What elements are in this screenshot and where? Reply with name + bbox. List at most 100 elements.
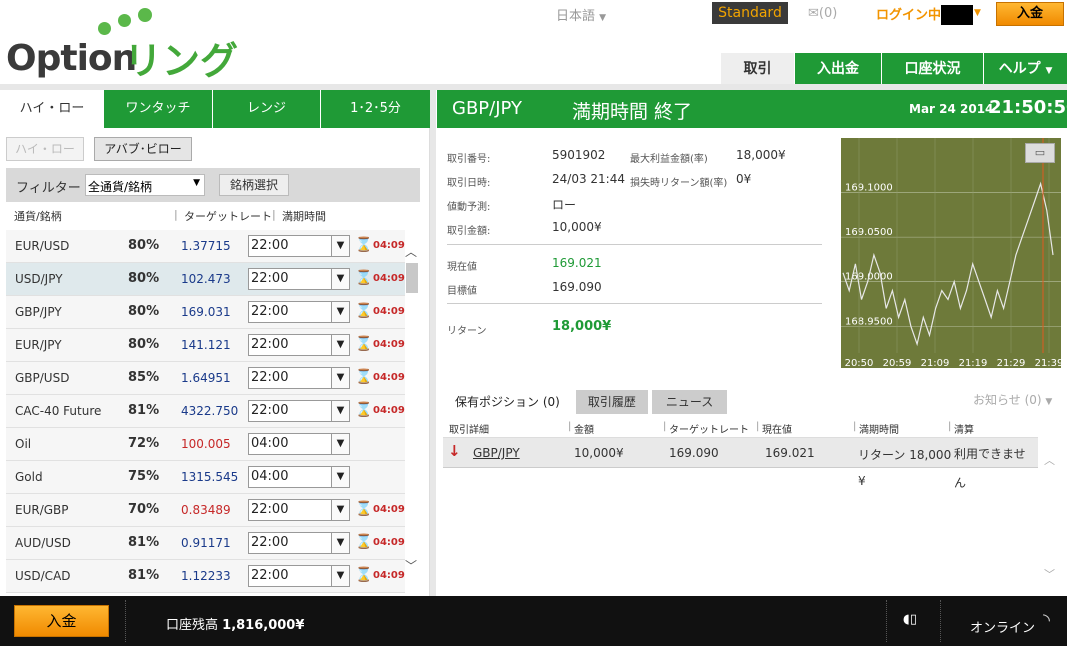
table-row[interactable]: USD/JPY 80% 102.473 22:00 ▼ ⌛ 04:09 (6, 263, 405, 296)
tab-high-low[interactable]: ハイ・ロー (0, 90, 103, 128)
nav-tab-help[interactable]: ヘルプ ▼ (983, 53, 1067, 86)
table-row[interactable]: GBP/JPY 80% 169.031 22:00 ▼ ⌛ 04:09 (6, 296, 405, 329)
asset-rate: 0.91171 (181, 536, 231, 550)
mail-button[interactable]: ✉(0) (808, 6, 837, 21)
tab-news[interactable]: ニュース (651, 390, 728, 414)
expiry-select[interactable]: 04:00 ▼ (248, 466, 350, 488)
asset-rate: 1.64951 (181, 371, 231, 385)
tab-open-positions[interactable]: 保有ポジション (0) (443, 390, 572, 414)
asset-payout: 80% (128, 304, 160, 319)
loss-label: 損失時リターン額(率) (630, 178, 728, 189)
chevron-down-icon[interactable]: ﹀ (405, 557, 417, 574)
symbol-select-button[interactable]: 銘柄選択 (219, 174, 289, 196)
deposit-button[interactable]: 入金 (996, 2, 1064, 26)
asset-payout: 80% (128, 271, 160, 286)
y-tick-label: 169.0500 (845, 227, 893, 238)
login-status[interactable]: ログイン中 (876, 4, 941, 23)
asset-rate: 0.83489 (181, 503, 231, 517)
option-type-tabs: ハイ・ロー ワンタッチ レンジ 1･2･5分 (0, 90, 430, 128)
amount-label: 取引金額: (447, 226, 491, 237)
divider (447, 244, 822, 245)
expiry-select[interactable]: 04:00 ▼ (248, 433, 350, 455)
position-target: 169.090 (669, 446, 719, 460)
expiry-select[interactable]: 22:00 ▼ (248, 235, 350, 257)
account-type-badge: Standard (712, 2, 788, 24)
max-profit-label: 最大利益金額(率) (630, 154, 708, 165)
language-selector[interactable]: 日本語 ▼ (556, 5, 606, 24)
current-value: 169.021 (552, 256, 602, 270)
tab-one-touch[interactable]: ワンタッチ (103, 90, 212, 128)
expiry-select[interactable]: 22:00 ▼ (248, 565, 350, 587)
nav-tab-account-status[interactable]: 口座状況 (881, 53, 983, 86)
x-tick-label: 20:50 (845, 358, 874, 368)
trade-no-label: 取引番号: (447, 154, 491, 165)
sound-icon[interactable]: ◖▯ (903, 612, 917, 627)
expiry-select[interactable]: 22:00 ▼ (248, 301, 350, 323)
max-profit-value: 18,000¥ (736, 148, 786, 162)
nav-tab-deposit-withdraw[interactable]: 入出金 (794, 53, 881, 86)
asset-payout: 80% (128, 337, 160, 352)
account-balance: 口座残高 1,816,000¥ (166, 618, 305, 633)
chevron-up-icon[interactable]: ︿ (405, 243, 417, 260)
tab-trade-history[interactable]: 取引履歴 (575, 390, 648, 414)
expiry-select[interactable]: 22:00 ▼ (248, 268, 350, 290)
chevron-up-icon[interactable]: ︿ (1044, 452, 1055, 468)
countdown: 04:09 (373, 537, 405, 548)
expiry-select[interactable]: 22:00 ▼ (248, 532, 350, 554)
arrow-down-icon: ↓ (448, 442, 461, 460)
filter-select[interactable]: 全通貨/銘柄 ▼ (85, 174, 205, 196)
asset-symbol: GBP/JPY (15, 305, 62, 319)
table-row[interactable]: EUR/JPY 80% 141.121 22:00 ▼ ⌛ 04:09 (6, 329, 405, 362)
table-row[interactable]: GBP/USD 85% 1.64951 22:00 ▼ ⌛ 04:09 (6, 362, 405, 395)
table-row[interactable]: Gold 75% 1315.545 04:00 ▼ (6, 461, 405, 494)
table-row[interactable]: USD/CAD 81% 1.12233 22:00 ▼ ⌛ 04:09 (6, 560, 405, 593)
asset-symbol: EUR/GBP (15, 503, 69, 517)
tab-short-term[interactable]: 1･2･5分 (320, 90, 430, 128)
asset-payout: 85% (128, 370, 160, 385)
expand-chart-icon[interactable]: ▭ (1025, 143, 1055, 163)
position-amount: 10,000¥ (574, 446, 624, 460)
col-expiry: 満期時間 (282, 210, 326, 223)
deposit-button[interactable]: 入金 (14, 605, 109, 637)
scrollbar-thumb[interactable] (406, 263, 418, 293)
chevron-down-icon: ▼ (1045, 397, 1053, 407)
asset-rate: 141.121 (181, 338, 231, 352)
divider (447, 303, 822, 304)
tab-range[interactable]: レンジ (212, 90, 320, 128)
asset-rate: 1.12233 (181, 569, 231, 583)
chevron-down-icon: ▼ (331, 269, 349, 289)
chevron-down-icon[interactable]: ﹀ (1044, 566, 1055, 582)
direction-label: 値動予測: (447, 202, 491, 213)
chevron-down-icon: ▼ (331, 500, 349, 520)
asset-symbol: USD/JPY (15, 272, 63, 286)
asset-rate: 1315.545 (181, 470, 239, 484)
nav-tab-trade[interactable]: 取引 (720, 53, 794, 86)
chevron-down-icon: ▼ (193, 178, 200, 188)
position-pair-link[interactable]: GBP/JPY (473, 446, 520, 460)
table-row[interactable]: EUR/GBP 70% 0.83489 22:00 ▼ ⌛ 04:09 (6, 494, 405, 527)
hourglass-icon: ⌛ (355, 534, 373, 550)
asset-payout: 70% (128, 502, 160, 517)
chevron-down-icon: ▼ (331, 401, 349, 421)
table-row[interactable]: AUD/USD 81% 0.91171 22:00 ▼ ⌛ 04:09 (6, 527, 405, 560)
expiry-select[interactable]: 22:00 ▼ (248, 400, 350, 422)
asset-rate: 102.473 (181, 272, 231, 286)
chevron-down-icon: ▼ (331, 467, 349, 487)
table-row[interactable]: Oil 72% 100.005 04:00 ▼ (6, 428, 405, 461)
highlow-subtab[interactable]: ハイ・ロー (6, 137, 84, 161)
table-row[interactable]: ↓ GBP/JPY 10,000¥ 169.090 169.021 リターン 1… (443, 438, 1038, 468)
trade-clock: 21:50:50 (989, 97, 1067, 118)
expiry-select[interactable]: 22:00 ▼ (248, 334, 350, 356)
chevron-down-icon[interactable]: ▼ (974, 8, 981, 18)
expiry-select[interactable]: 22:00 ▼ (248, 499, 350, 521)
expiry-select[interactable]: 22:00 ▼ (248, 367, 350, 389)
notice-button[interactable]: お知らせ (0) ▼ (973, 391, 1052, 408)
countdown: 04:09 (373, 372, 405, 383)
chevron-down-icon: ▼ (331, 302, 349, 322)
table-row[interactable]: EUR/USD 80% 1.37715 22:00 ▼ ⌛ 04:09 (6, 230, 405, 263)
direction-value: ロー (552, 198, 577, 212)
table-row[interactable]: CAC-40 Future 81% 4322.750 22:00 ▼ ⌛ 04:09 (6, 395, 405, 428)
above-below-subtab[interactable]: アバブ･ビロー (94, 137, 192, 161)
chevron-down-icon: ▼ (331, 533, 349, 553)
current-label: 現在値 (447, 262, 477, 273)
